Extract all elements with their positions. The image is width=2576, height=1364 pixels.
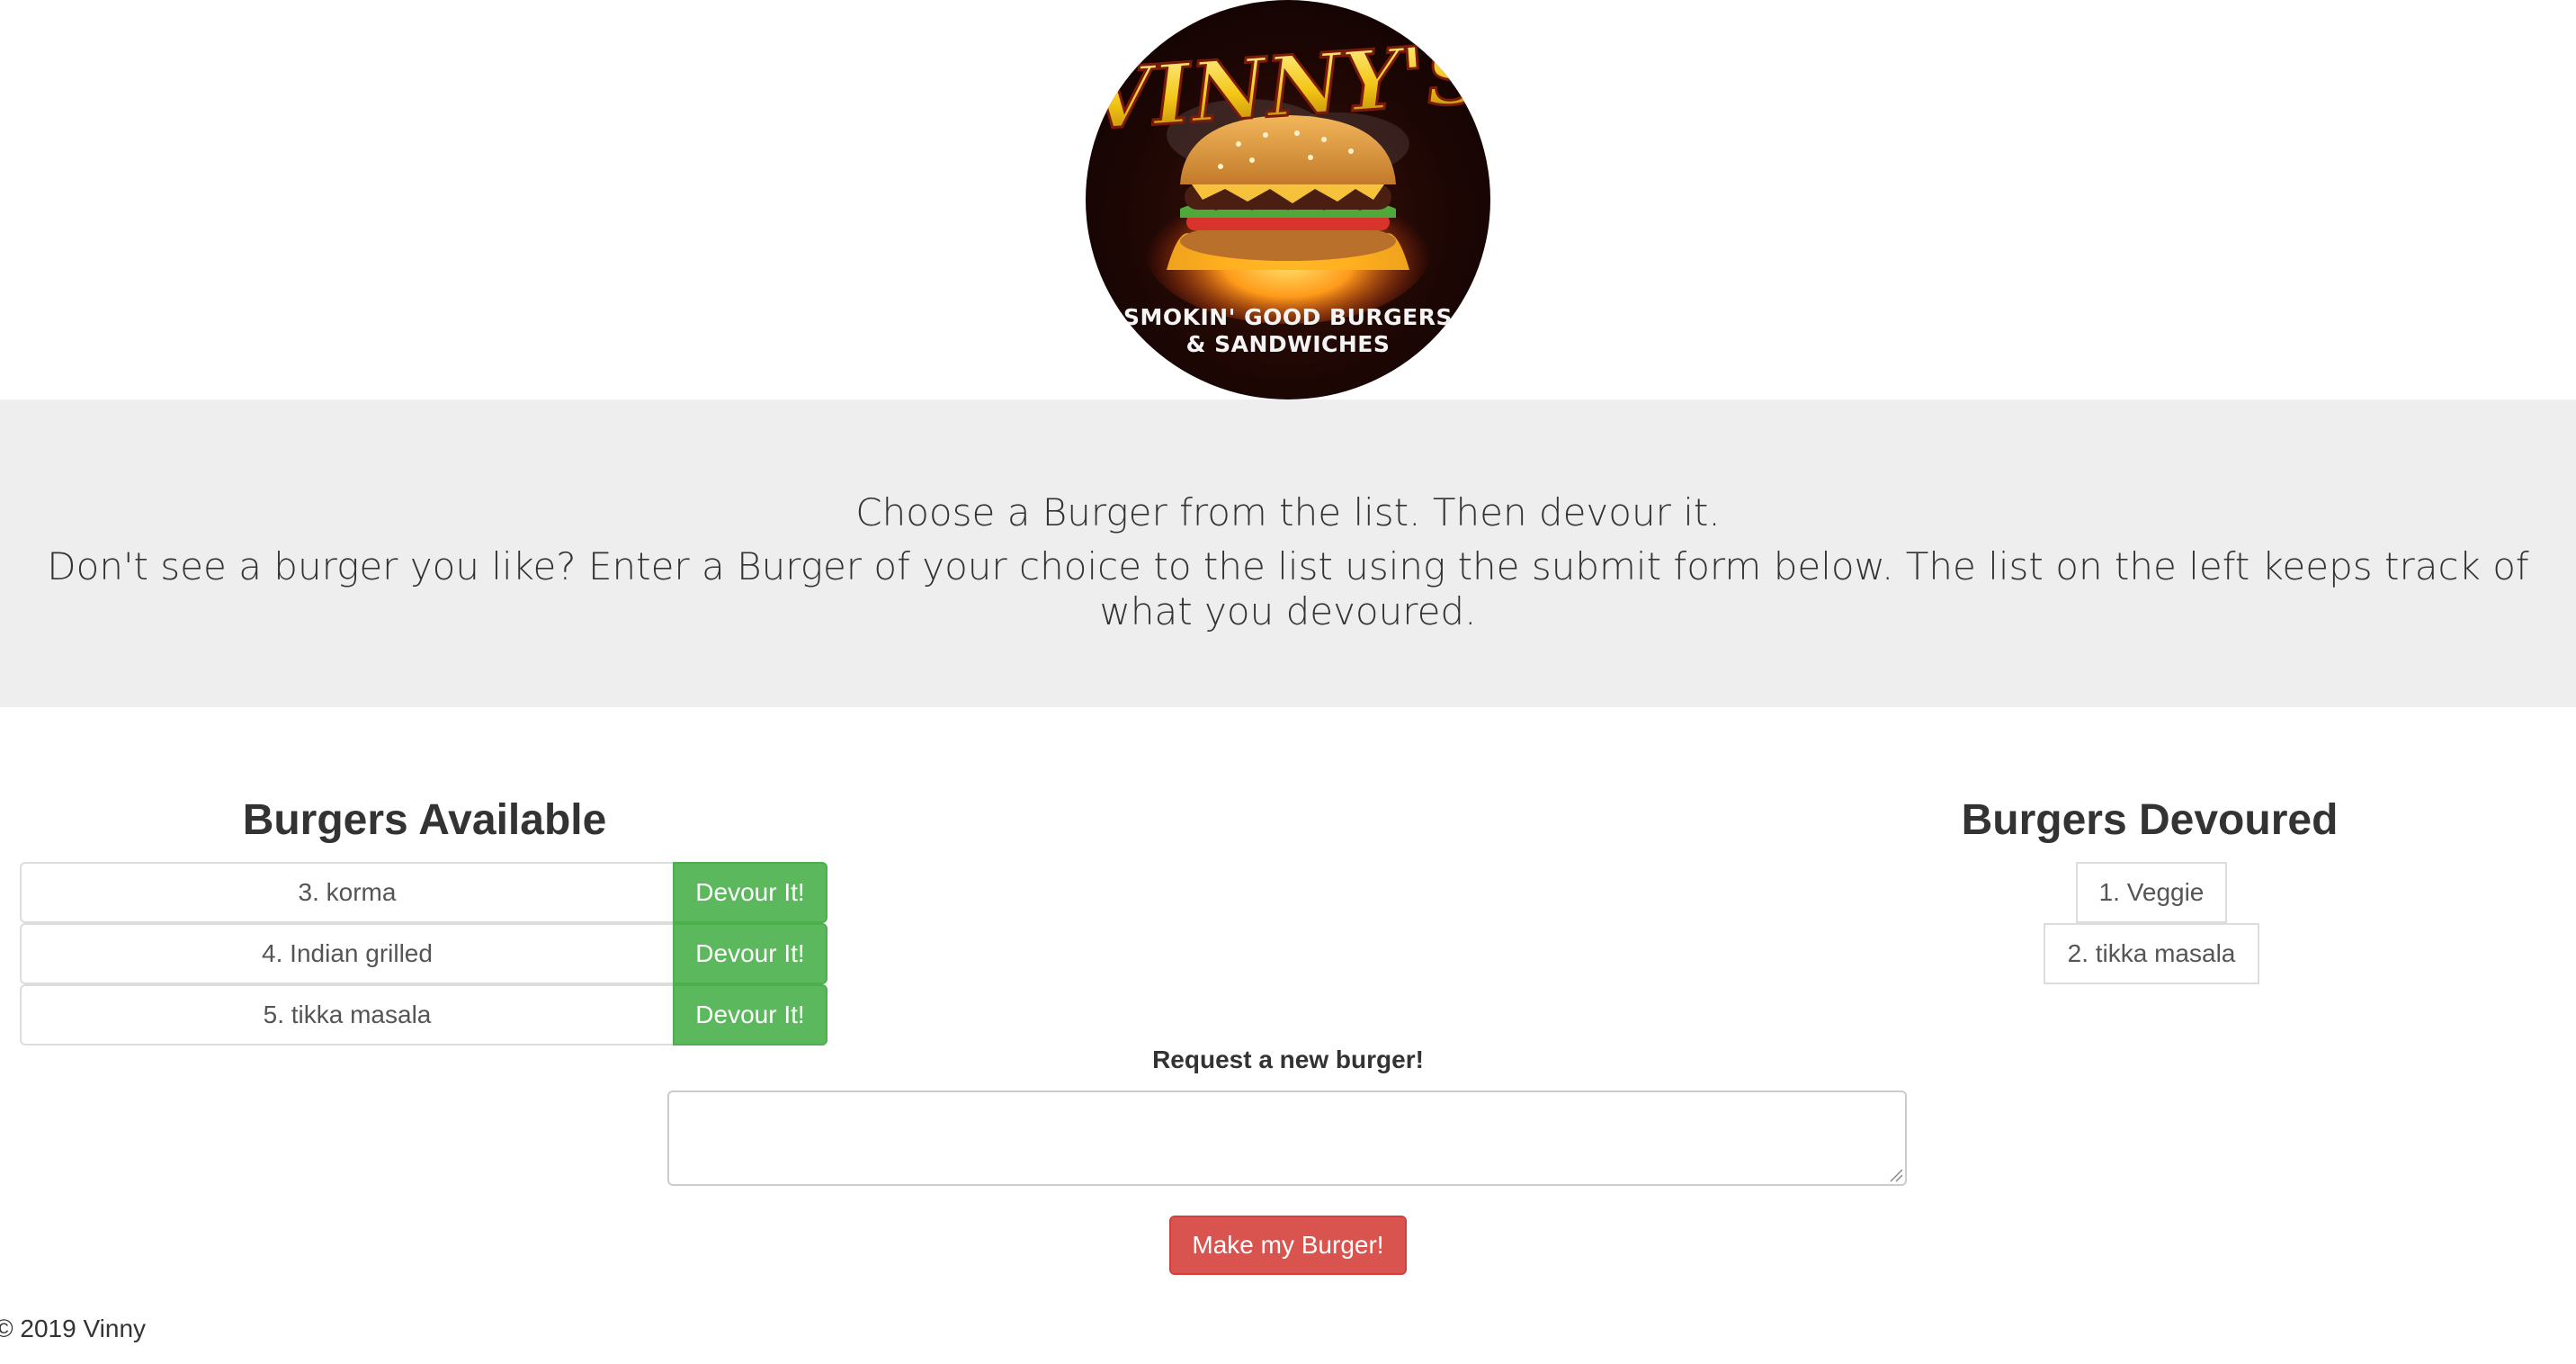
request-burger-label: Request a new burger!: [1152, 1045, 1424, 1073]
burgers-available-heading: Burgers Available: [242, 796, 607, 844]
devour-button[interactable]: Devour It!: [673, 984, 827, 1045]
make-burger-button[interactable]: Make my Burger!: [1169, 1216, 1407, 1275]
devour-button[interactable]: Devour It!: [673, 862, 827, 923]
resize-handle-icon[interactable]: [1889, 1168, 1903, 1182]
jumbotron-description: Don't see a burger you like? Enter a Bur…: [47, 544, 2529, 633]
devoured-burger-item: 2. tikka masala: [2044, 923, 2259, 984]
available-burger-name: 4. Indian grilled: [20, 923, 675, 984]
jumbotron: Choose a Burger from the list. Then devo…: [0, 399, 2576, 707]
logo-tagline-line-1: SMOKIN' GOOD BURGERS: [1123, 304, 1453, 330]
footer-copyright: © 2019 Vinny: [0, 1315, 147, 1342]
devoured-burger-item: 1. Veggie: [2076, 862, 2227, 923]
burger-name-textarea[interactable]: [667, 1090, 1907, 1186]
vinnys-logo: VINNY'S SMOKIN' GOOD BURGERS & SANDWICHE…: [1086, 0, 1490, 399]
jumbotron-instruction: Choose a Burger from the list. Then devo…: [855, 490, 1721, 534]
available-burger-name: 5. tikka masala: [20, 984, 675, 1045]
brand-text: VINNY'S: [1086, 24, 1489, 149]
logo-tagline: SMOKIN' GOOD BURGERS & SANDWICHES: [1086, 304, 1490, 358]
logo-tagline-line-2: & SANDWICHES: [1185, 331, 1391, 357]
devour-button[interactable]: Devour It!: [673, 923, 827, 984]
available-burger-name: 3. korma: [20, 862, 675, 923]
burgers-devoured-heading: Burgers Devoured: [1961, 796, 2339, 844]
